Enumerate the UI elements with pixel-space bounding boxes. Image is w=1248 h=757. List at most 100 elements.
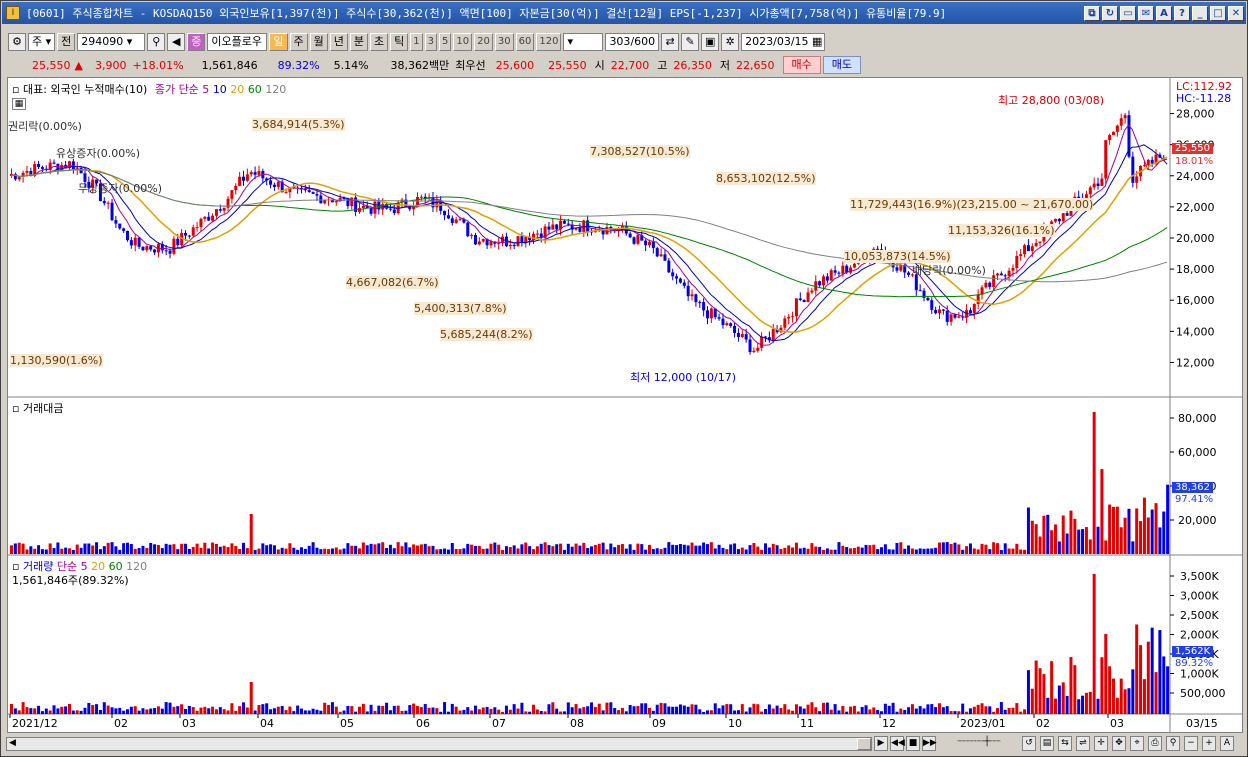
amount-bar xyxy=(214,543,218,554)
period-select[interactable]: 주 ▾ xyxy=(28,33,56,51)
amount-bar xyxy=(566,543,570,554)
amount-bar xyxy=(671,544,675,554)
speaker-icon[interactable]: ◀ xyxy=(167,33,186,51)
interval-1[interactable]: 1 xyxy=(410,33,423,51)
volume-profile-label: 11,729,443(16.9%)(23,215.00 ~ 21,670.00) xyxy=(850,198,1094,211)
amount-bar xyxy=(1150,509,1154,554)
rewind-icon[interactable]: ◀◀ xyxy=(890,736,905,751)
crosshair-icon[interactable]: ✛ xyxy=(1094,736,1108,751)
volume-bar xyxy=(648,707,651,714)
amount-bar xyxy=(315,547,319,554)
search-icon[interactable]: ⚲ xyxy=(147,33,166,51)
amount-bar xyxy=(1061,515,1065,554)
volume-bar xyxy=(207,708,211,714)
interval-30[interactable]: 30 xyxy=(494,33,514,51)
prev-button[interactable]: 전 xyxy=(57,33,76,51)
candle-body xyxy=(984,282,988,288)
chart-area[interactable]: 28,00026,00024,00022,00020,00018,00016,0… xyxy=(7,77,1243,733)
pan-icon[interactable]: ✥ xyxy=(1112,736,1126,751)
volume-bar xyxy=(292,711,296,714)
save-icon[interactable]: ▣ xyxy=(701,33,720,51)
amount-bar xyxy=(203,542,207,554)
amount-bar xyxy=(137,548,141,554)
reset-icon[interactable]: ↺ xyxy=(1022,736,1036,751)
print-icon[interactable]: ⎙ xyxy=(1148,736,1162,751)
volume-bar xyxy=(195,710,199,714)
maximize-button[interactable]: □ xyxy=(1210,5,1226,21)
candle-body xyxy=(1142,165,1146,167)
interval-5[interactable]: 5 xyxy=(439,33,452,51)
interval-60[interactable]: 60 xyxy=(515,33,535,51)
toggle-icon[interactable]: ⇆ xyxy=(1058,736,1072,751)
interval-20[interactable]: 20 xyxy=(474,33,493,51)
grid-icon[interactable]: ▦ xyxy=(12,98,26,110)
amount-bar xyxy=(810,543,814,554)
interval-input[interactable]: ▾ xyxy=(563,33,604,51)
minimize-button[interactable]: _ xyxy=(1192,5,1208,21)
settings-icon[interactable]: ✲ xyxy=(721,33,740,51)
tab-second[interactable]: 초 xyxy=(370,33,389,51)
forward-icon[interactable]: ▶▶ xyxy=(922,736,937,751)
tab-minute[interactable]: 분 xyxy=(349,33,369,51)
candle-body xyxy=(934,309,938,314)
title-bar[interactable]: I [0601] 주식종합차트 - KOSDAQ150 외국인보유[1,397(… xyxy=(2,2,1246,24)
tab-tick[interactable]: 틱 xyxy=(390,33,409,51)
sell-button[interactable]: 매도 xyxy=(822,56,862,74)
volume-bar xyxy=(520,702,524,714)
buy-button[interactable]: 매수 xyxy=(782,56,821,74)
candle-body xyxy=(1119,118,1123,126)
font-size-icon[interactable]: A xyxy=(1220,736,1234,751)
tool-icon[interactable]: ⚙ xyxy=(8,33,26,51)
tab-monthly[interactable]: 월 xyxy=(309,33,328,51)
amount-bar xyxy=(968,543,972,554)
zoom-in-icon[interactable]: + xyxy=(1202,736,1216,751)
scroll-thumb[interactable] xyxy=(857,738,871,750)
mark-icon[interactable]: ⌖ xyxy=(1130,736,1144,751)
count-input[interactable]: 303/600 xyxy=(605,33,660,51)
volume-bar xyxy=(284,710,288,714)
date-input[interactable]: 2023/03/15 ▦ xyxy=(741,33,826,51)
amount-bar xyxy=(13,543,17,554)
volume-bar xyxy=(95,704,99,714)
tab-weekly[interactable]: 주 xyxy=(289,33,308,51)
layout-icon[interactable]: ▤ xyxy=(1040,736,1054,751)
tab-yearly[interactable]: 년 xyxy=(329,33,348,51)
scroll-left-icon[interactable]: ◀ xyxy=(9,738,16,748)
interval-120[interactable]: 120 xyxy=(536,33,562,51)
amount-bar xyxy=(272,545,276,554)
refresh-icon[interactable]: ↻ xyxy=(1102,5,1118,21)
zoom-icon[interactable]: ⚲ xyxy=(1166,736,1180,751)
candle-body xyxy=(787,316,791,319)
stop-icon[interactable]: ■ xyxy=(906,736,920,751)
amount-bar xyxy=(1139,521,1143,554)
hc-label: HC:-11.28 xyxy=(1176,92,1232,105)
volume-bar xyxy=(1042,674,1046,714)
mail-icon[interactable]: ✉ xyxy=(1138,5,1154,21)
font-icon[interactable]: A xyxy=(1156,5,1172,21)
volume-bar xyxy=(918,706,922,714)
close-button[interactable]: ✕ xyxy=(1228,5,1244,21)
code-input[interactable]: 294090 ▾ xyxy=(77,33,146,51)
zoom-out-icon[interactable]: − xyxy=(1184,736,1198,751)
tab-daily[interactable]: 일 xyxy=(269,33,288,51)
candle-body xyxy=(334,200,338,203)
candle-body xyxy=(1061,213,1065,222)
play-icon[interactable]: ▶ xyxy=(874,736,888,751)
scrollbar[interactable]: ◀ xyxy=(6,737,872,751)
align-icon[interactable]: ⇌ xyxy=(1076,736,1090,751)
amount-bar xyxy=(381,542,385,554)
link-icon[interactable]: ⧉ xyxy=(1084,5,1100,21)
chart-type-icon[interactable]: ⇄ xyxy=(661,33,680,51)
volume-bar xyxy=(1146,641,1150,714)
candle-body xyxy=(698,302,702,304)
help-icon[interactable]: ? xyxy=(1174,5,1190,21)
interval-3[interactable]: 3 xyxy=(424,33,438,51)
chart-canvas[interactable]: 28,00026,00024,00022,00020,00018,00016,0… xyxy=(8,78,1242,732)
amount-bar xyxy=(311,542,315,554)
volume-bar xyxy=(149,708,153,714)
draw-icon[interactable]: ✎ xyxy=(681,33,700,51)
speed-slider[interactable]: ┈┈┈┈┈┼┈┈ xyxy=(942,736,1016,751)
candle-body xyxy=(110,202,114,221)
interval-10[interactable]: 10 xyxy=(453,33,473,51)
window-icon[interactable]: ▭ xyxy=(1120,5,1136,21)
